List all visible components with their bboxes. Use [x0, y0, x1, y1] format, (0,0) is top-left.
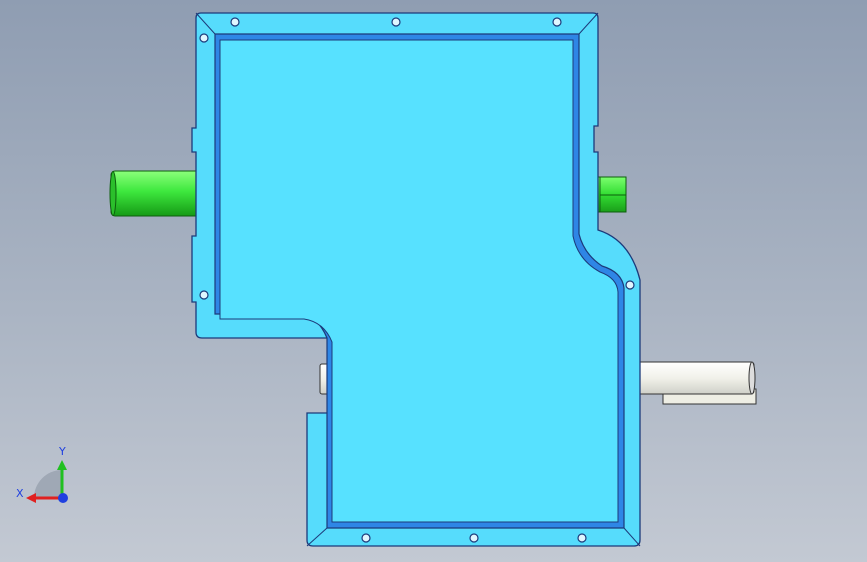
bolt-hole	[577, 533, 587, 543]
model-viewport[interactable]: Y X	[0, 0, 867, 562]
bolt-hole	[199, 290, 209, 300]
bolt-hole	[199, 33, 209, 43]
bolt-hole	[625, 280, 635, 290]
bolt-hole	[552, 17, 562, 27]
bolt-hole	[230, 17, 240, 27]
triad-x-label: X	[16, 487, 24, 500]
coordinate-triad: Y X	[16, 445, 68, 503]
bolt-hole	[361, 533, 371, 543]
housing-interior	[219, 39, 619, 523]
bolt-hole	[469, 533, 479, 543]
bolt-hole	[391, 17, 401, 27]
triad-y-label: Y	[58, 445, 66, 458]
